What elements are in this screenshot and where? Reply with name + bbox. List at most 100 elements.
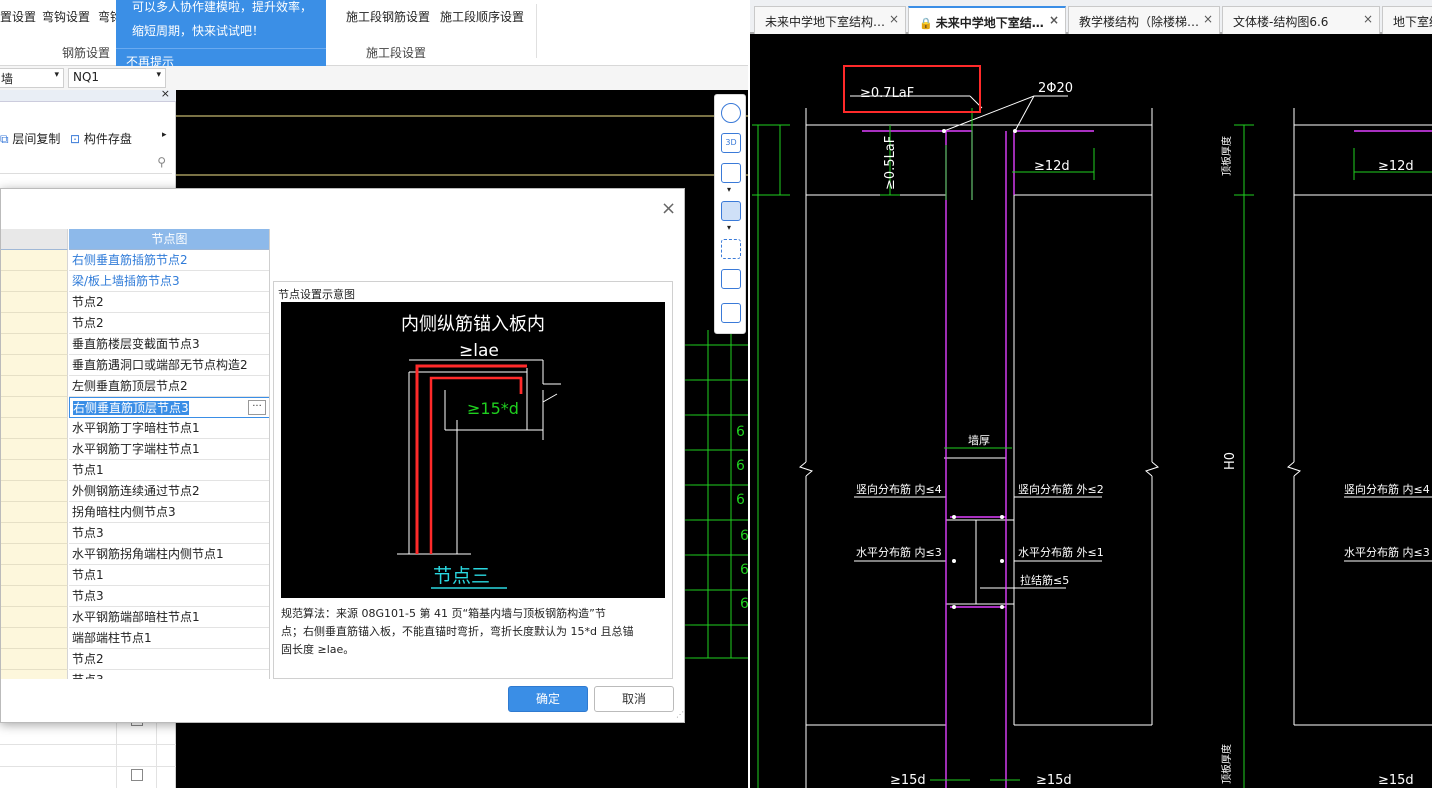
table-row-node[interactable]: 节点2 (69, 292, 269, 313)
table-row-node[interactable]: 水平钢筋丁字暗柱节点1 (69, 418, 269, 439)
node-name: 节点1 (72, 463, 104, 477)
table-row-node[interactable]: 拐角暗柱内侧节点3 (69, 502, 269, 523)
node-name: 节点2 (72, 316, 104, 330)
table-row-key (1, 628, 68, 649)
cad-number: 6 (736, 492, 745, 508)
node-name: 外侧钢筋连续通过节点2 (72, 484, 200, 498)
cad-label: 水平分布筋 外≤1 (1018, 545, 1104, 559)
table-row-node[interactable]: 水平钢筋端部暗柱节点1 (69, 607, 269, 628)
table-row-node[interactable]: 节点1 (69, 565, 269, 586)
property-grid (0, 714, 176, 788)
more-arrow-icon[interactable]: ▸ (162, 130, 167, 140)
node-name: 梁/板上墙插筋节点3 (72, 274, 180, 288)
table-row-node[interactable]: 外侧钢筋连续通过节点2 (69, 481, 269, 502)
ribbon-item-hook-settings[interactable]: 弯钩设置 (42, 8, 90, 25)
table-row-node[interactable]: 节点3 (69, 586, 269, 607)
diagram-title: 内侧纵筋锚入板内 (401, 314, 545, 335)
resize-grip-icon[interactable]: ⋰ (676, 710, 684, 719)
3d-view-icon[interactable]: 3D (721, 133, 741, 153)
ok-button[interactable]: 确定 (508, 686, 588, 712)
table-row-node[interactable]: 水平钢筋丁字端柱节点1 (69, 439, 269, 460)
save-component-button[interactable]: ⊡ 构件存盘 (70, 130, 132, 147)
ribbon-divider (536, 4, 537, 58)
orbit-icon[interactable] (721, 103, 741, 123)
table-row-node[interactable]: 右侧垂直筋插筋节点2 (69, 250, 269, 271)
table-row-node[interactable]: 节点2 (69, 313, 269, 334)
chevron-down-icon[interactable]: ▾ (727, 223, 731, 232)
table-row-key (1, 649, 68, 670)
document-tabs: 未来中学地下室结构… × 🔒 未来中学地下室结… × 教学楼结构（除楼梯… × 文体楼-结构图… (750, 0, 1432, 34)
cad-label: ≥15d (1378, 773, 1414, 788)
property-list-icon[interactable] (721, 303, 741, 323)
table-row-node[interactable]: 节点3 (69, 523, 269, 544)
category-select-value: 墙 (1, 72, 14, 86)
close-icon[interactable]: × (1363, 12, 1373, 26)
diagram-lae: ≥lae (459, 341, 499, 361)
ellipsis-button[interactable]: ··· (248, 400, 266, 415)
node-name: 垂直筋楼层变截面节点3 (72, 337, 200, 351)
node-name: 节点3 (72, 589, 104, 603)
ribbon: 置设置 弯钩设置 弯钩 施工段钢筋设置 施工段顺序设置 钢筋设置 施工段设置 (0, 0, 748, 66)
chevron-down-icon[interactable]: ▾ (727, 185, 731, 194)
table-row-node[interactable]: 垂直筋遇洞口或端部无节点构造2 (69, 355, 269, 376)
display-settings-icon[interactable] (721, 269, 741, 289)
cad-drawing: ≥0.7LaF 2Φ20 ≥0.5LaF ≥12d ≥12d 墙厚 H0 竖向分… (752, 65, 1432, 788)
node-name: 端部端柱节点1 (72, 631, 152, 645)
table-row-node[interactable]: 梁/板上墙插筋节点3 (69, 271, 269, 292)
document-tab[interactable]: 未来中学地下室结构… × (754, 6, 906, 34)
node-name: 节点1 (72, 568, 104, 582)
close-icon[interactable]: × (889, 12, 899, 26)
ribbon-item-section-rebar[interactable]: 施工段钢筋设置 (346, 8, 430, 25)
cad-number: 6 (736, 458, 745, 474)
document-tab[interactable]: 文体楼-结构图6.6 × (1222, 6, 1380, 34)
close-icon[interactable]: × (1203, 12, 1213, 26)
column-header-node: 节点图 (69, 229, 269, 250)
document-tab[interactable]: 地下室结 (1382, 6, 1432, 34)
table-row-node[interactable]: 左侧垂直筋顶层节点2 (69, 376, 269, 397)
component-select[interactable]: NQ1 ▾ (68, 68, 166, 88)
table-row-key (1, 376, 68, 397)
table-row-key (1, 313, 68, 334)
table-row-key (1, 460, 68, 481)
cad-label: H0 (1223, 452, 1238, 470)
category-select[interactable]: 墙 ▾ (0, 68, 64, 88)
copy-floor-button[interactable]: ⧉ 层间复制 (0, 130, 60, 147)
close-icon[interactable]: × (1049, 13, 1059, 27)
table-row-key (1, 418, 68, 439)
table-row-node[interactable]: 端部端柱节点1 (69, 628, 269, 649)
node-diagram-svg: 内侧纵筋锚入板内 ≥lae ≥15*d 节点三 (397, 314, 561, 589)
cad-number: 6 (736, 424, 745, 440)
tip-divider (116, 48, 326, 49)
cad-label: ≥0.5LaF (883, 136, 898, 190)
close-icon[interactable]: × (661, 198, 676, 219)
view-toolbar: 3D ▾ ▾ (714, 94, 746, 334)
cad-label: 顶板厚度 (1220, 744, 1233, 784)
table-row-node[interactable]: 节点1 (69, 460, 269, 481)
table-row-node[interactable]: 右侧垂直筋顶层节点3 ··· (69, 397, 269, 418)
close-icon[interactable]: × (161, 87, 170, 100)
node-table: 节点图 右侧垂直筋插筋节点2 梁/板上墙插筋节点3 节点2 节点2 垂直筋楼层变截面节点… (1, 229, 270, 679)
document-tab[interactable]: 教学楼结构（除楼梯… × (1068, 6, 1220, 34)
cancel-button[interactable]: 取消 (594, 686, 674, 712)
node-name: 节点2 (72, 652, 104, 666)
ribbon-item-section-order[interactable]: 施工段顺序设置 (440, 8, 524, 25)
checkbox[interactable] (131, 769, 143, 781)
table-row-node[interactable]: 节点3 (69, 670, 269, 679)
cad-viewer[interactable]: ≥0.7LaF 2Φ20 ≥0.5LaF ≥12d ≥12d 墙厚 H0 竖向分… (750, 0, 1432, 788)
table-row-node[interactable]: 垂直筋楼层变截面节点3 (69, 334, 269, 355)
rule-description: 规范算法：来源 08G101-5 第 41 页“箱基内墙与顶板钢筋构造”节 点；… (281, 605, 673, 659)
node-name: 节点3 (72, 673, 104, 679)
ribbon-item-settings[interactable]: 置设置 (0, 8, 36, 25)
table-row-node[interactable]: 节点2 (69, 649, 269, 670)
cad-label: 2Φ20 (1038, 81, 1073, 96)
tab-label: 未来中学地下室结… (935, 16, 1044, 30)
document-tab[interactable]: 🔒 未来中学地下室结… × (908, 6, 1066, 34)
table-row-node[interactable]: 水平钢筋拐角端柱内侧节点1 (69, 544, 269, 565)
solid-cube-icon[interactable] (721, 201, 741, 221)
search-input[interactable]: ⚲ (0, 152, 172, 174)
fit-view-icon[interactable] (721, 239, 741, 259)
table-row-key (1, 565, 68, 586)
cad-number: 6 (740, 528, 748, 544)
cube-view-icon[interactable] (721, 163, 741, 183)
cad-label: ≥12d (1378, 159, 1414, 174)
